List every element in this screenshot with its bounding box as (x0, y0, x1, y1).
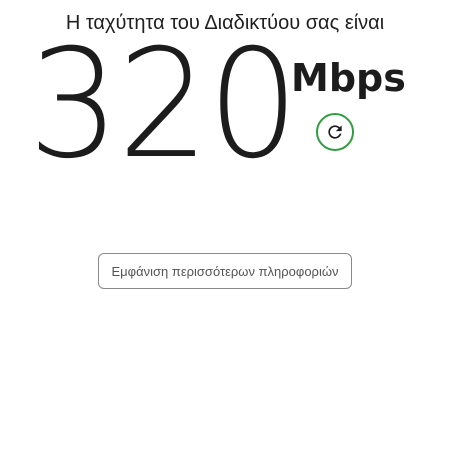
refresh-icon (325, 122, 345, 142)
show-more-info-button[interactable]: Εμφάνιση περισσότερων πληροφοριών (98, 253, 352, 289)
speed-value: 320 (28, 18, 299, 192)
refresh-button[interactable] (316, 113, 354, 151)
speed-unit: Mbps (291, 56, 406, 100)
